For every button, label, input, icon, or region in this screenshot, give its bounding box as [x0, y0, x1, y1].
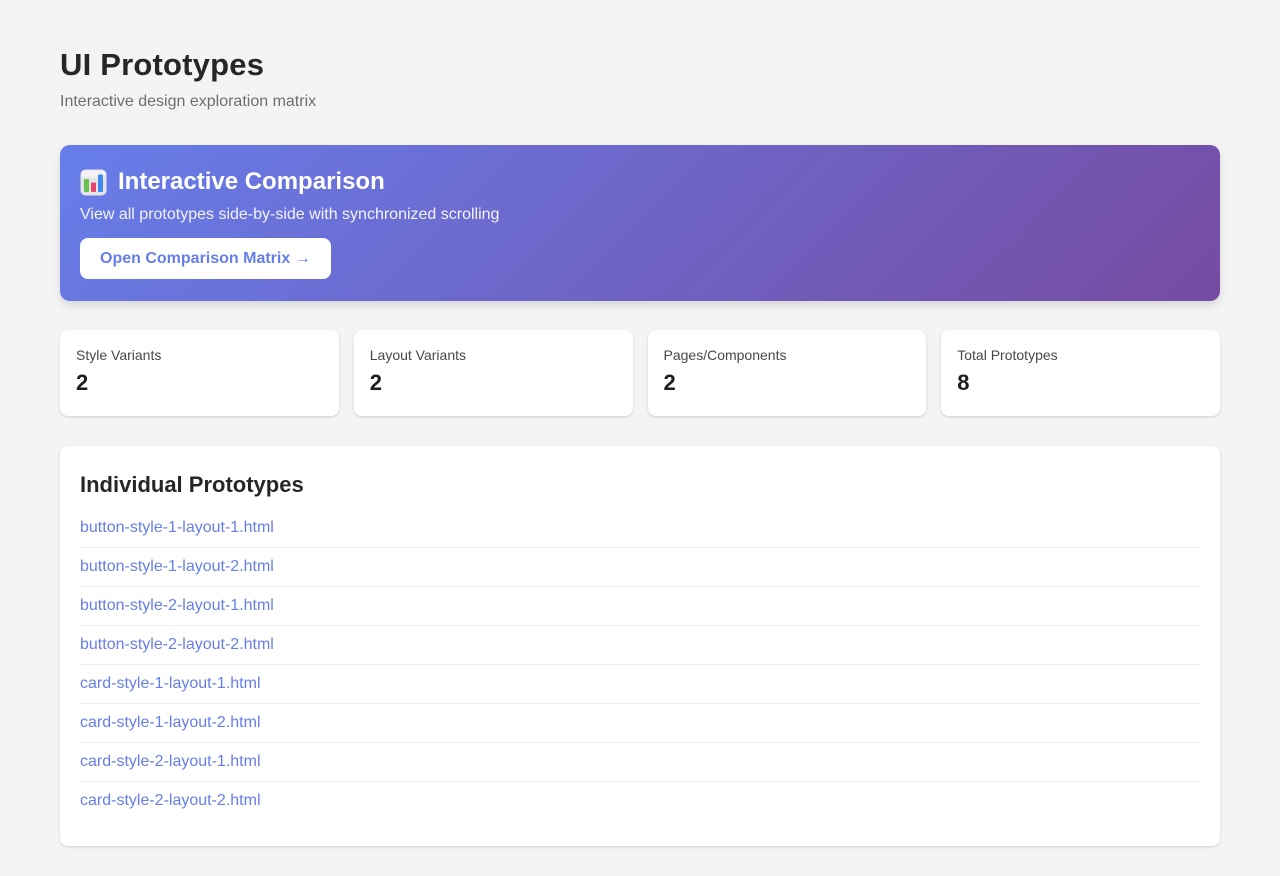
- prototype-link[interactable]: button-style-1-layout-2.html: [80, 548, 1200, 586]
- open-comparison-button[interactable]: Open Comparison Matrix →: [80, 238, 331, 279]
- stat-label: Style Variants: [76, 347, 162, 363]
- banner-heading: Interactive Comparison: [80, 167, 1200, 197]
- banner-description: View all prototypes side-by-side with sy…: [80, 206, 500, 223]
- page-subtitle: Interactive design exploration matrix: [60, 93, 317, 110]
- prototype-link[interactable]: card-style-2-layout-1.html: [80, 743, 1200, 781]
- prototype-link[interactable]: button-style-1-layout-1.html: [80, 509, 1200, 547]
- list-item: button-style-1-layout-2.html: [80, 548, 1200, 587]
- stat-value: 2: [76, 370, 89, 395]
- individual-prototypes-title: Individual Prototypes: [80, 472, 304, 497]
- bar-chart-icon: [80, 169, 107, 196]
- prototype-link[interactable]: card-style-2-layout-2.html: [80, 782, 1200, 820]
- stat-card-style-variants: Style Variants 2: [60, 330, 339, 416]
- list-item: card-style-1-layout-1.html: [80, 665, 1200, 704]
- list-item: button-style-1-layout-1.html: [80, 509, 1200, 548]
- stat-value: 2: [369, 370, 382, 395]
- stats-row: Style Variants 2 Layout Variants 2 Pages…: [60, 330, 1220, 416]
- comparison-banner: Interactive Comparison View all prototyp…: [60, 145, 1220, 301]
- prototype-link[interactable]: card-style-1-layout-2.html: [80, 704, 1200, 742]
- list-item: button-style-2-layout-2.html: [80, 626, 1200, 665]
- stat-label: Total Prototypes: [957, 347, 1058, 363]
- stat-label: Pages/Components: [663, 347, 787, 363]
- prototype-link[interactable]: button-style-2-layout-1.html: [80, 587, 1200, 625]
- list-item: card-style-2-layout-1.html: [80, 743, 1200, 782]
- page: UI Prototypes Interactive design explora…: [0, 0, 1280, 876]
- prototype-list: button-style-1-layout-1.html button-styl…: [80, 509, 1200, 820]
- individual-prototypes-card: Individual Prototypes button-style-1-lay…: [60, 446, 1220, 846]
- list-item: card-style-2-layout-2.html: [80, 782, 1200, 820]
- list-item: button-style-2-layout-1.html: [80, 587, 1200, 626]
- stat-card-pages-components: Pages/Components 2: [647, 330, 927, 416]
- stat-card-total-prototypes: Total Prototypes 8: [941, 330, 1220, 416]
- banner-title: Interactive Comparison: [118, 168, 385, 195]
- list-item: card-style-1-layout-2.html: [80, 704, 1200, 743]
- prototype-link[interactable]: button-style-2-layout-2.html: [80, 626, 1200, 664]
- stat-card-layout-variants: Layout Variants 2: [353, 330, 633, 416]
- stat-label: Layout Variants: [369, 347, 466, 363]
- page-title: UI Prototypes: [60, 47, 265, 82]
- prototype-link[interactable]: card-style-1-layout-1.html: [80, 665, 1200, 703]
- stat-value: 8: [957, 370, 970, 395]
- stat-value: 2: [663, 370, 676, 395]
